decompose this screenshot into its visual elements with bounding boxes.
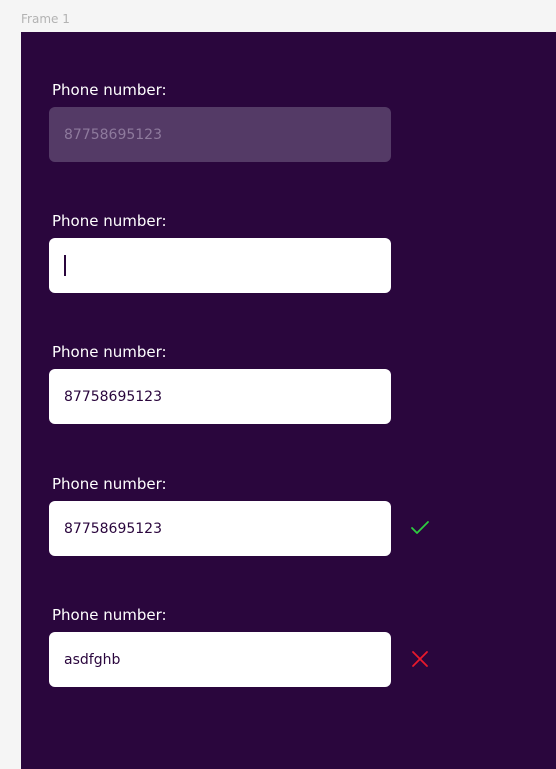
design-canvas: Frame 1 Phone number: 87758695123 Phone … xyxy=(0,0,556,769)
phone-field-label: Phone number: xyxy=(52,475,167,493)
phone-field-label: Phone number: xyxy=(52,343,167,361)
check-icon xyxy=(411,521,429,534)
frame: Phone number: 87758695123 Phone number: … xyxy=(21,32,556,769)
phone-input-value: 87758695123 xyxy=(64,520,162,537)
phone-input-value: 87758695123 xyxy=(64,388,162,405)
phone-input-focused[interactable] xyxy=(49,238,391,293)
phone-input-invalid[interactable]: asdfghb xyxy=(49,632,391,687)
frame-title[interactable]: Frame 1 xyxy=(21,12,70,26)
phone-field-label: Phone number: xyxy=(52,606,167,624)
phone-input-disabled: 87758695123 xyxy=(49,107,391,162)
phone-input-value: asdfghb xyxy=(64,651,121,668)
text-caret xyxy=(64,255,66,276)
phone-field-label: Phone number: xyxy=(52,81,167,99)
phone-input-valid[interactable]: 87758695123 xyxy=(49,501,391,556)
phone-field-label: Phone number: xyxy=(52,212,167,230)
cross-icon xyxy=(412,651,428,667)
phone-input-placeholder: 87758695123 xyxy=(64,126,162,143)
phone-input-filled[interactable]: 87758695123 xyxy=(49,369,391,424)
